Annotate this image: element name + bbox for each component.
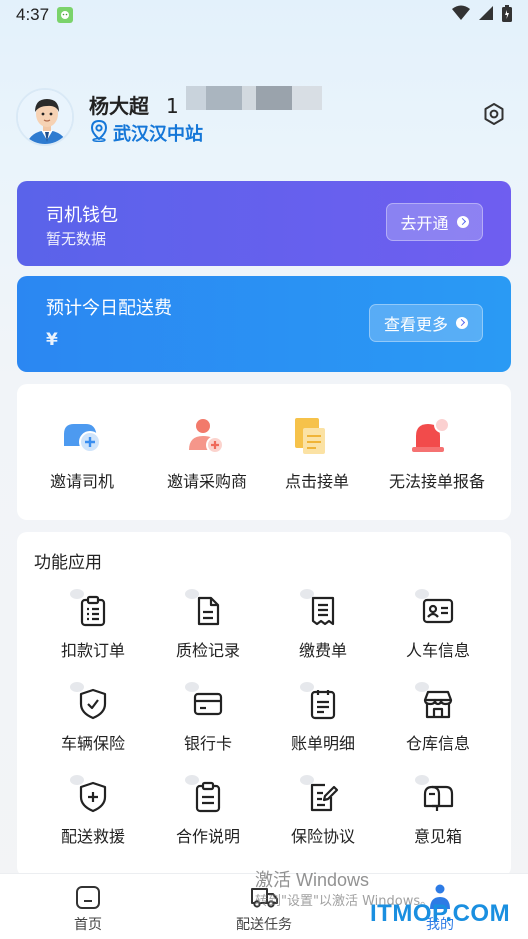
home-icon: [74, 884, 102, 910]
invite-driver-label: 邀请司机: [49, 472, 114, 491]
func-vehicle-insurance[interactable]: 车辆保险: [37, 682, 149, 762]
view-more-button[interactable]: 查看更多: [369, 304, 483, 342]
func-label: 账单明细: [290, 734, 355, 753]
func-label: 质检记录: [175, 641, 240, 660]
function-apps-title: 功能应用: [34, 553, 102, 573]
document-icon: [192, 595, 224, 627]
arrow-right-icon: [456, 317, 468, 329]
avatar[interactable]: [16, 88, 74, 146]
func-bill-details[interactable]: 账单明细: [267, 682, 379, 762]
delivery-fee-card[interactable]: 预计今日配送费 ¥ 查看更多: [17, 276, 511, 372]
func-label: 银行卡: [183, 734, 232, 753]
report-unavailable-label: 无法接单报备: [388, 472, 485, 491]
view-more-label: 查看更多: [383, 315, 448, 334]
station-name: 武汉汉中站: [113, 124, 203, 145]
credit-card-icon: [192, 688, 224, 720]
profile-header: 杨大超 1 武汉汉中站: [16, 86, 516, 152]
func-insurance-agreement[interactable]: 保险协议: [267, 775, 379, 855]
func-quality-records[interactable]: 质检记录: [152, 589, 264, 669]
clipboard-list-icon: [77, 595, 109, 627]
clipboard-icon: [192, 781, 224, 813]
func-label: 仓库信息: [405, 734, 470, 753]
id-card-icon: [422, 595, 454, 627]
wifi-icon: [452, 5, 470, 25]
nav-home[interactable]: 首页: [0, 874, 176, 939]
app-notification-icon: [57, 7, 74, 23]
function-apps-panel: 功能应用 扣款订单 质检记录 缴费单 人车信息 车辆保险 银行卡 账单明细 仓库…: [17, 532, 511, 877]
site-watermark-logo: ITMOP.COM: [370, 900, 511, 927]
shield-check-icon: [77, 688, 109, 720]
receipt-icon: [307, 595, 339, 627]
quick-action-invite-buyer[interactable]: 邀请采购商: [137, 384, 277, 520]
func-delivery-rescue[interactable]: 配送救援: [37, 775, 149, 855]
bill-icon: [307, 688, 339, 720]
driver-wallet-card[interactable]: 司机钱包 暂无数据 去开通: [17, 181, 511, 266]
quick-action-accept-order[interactable]: 点击接单: [262, 384, 372, 520]
windows-activation-watermark: 激活 Windows: [255, 870, 370, 890]
mailbox-icon: [422, 781, 454, 813]
quick-actions-panel: 邀请司机 邀请采购商 点击接单 无法接单报备: [17, 384, 511, 520]
func-label: 扣款订单: [60, 641, 125, 660]
signal-icon: [478, 5, 494, 25]
invite-buyer-icon: [185, 416, 229, 456]
accept-order-label: 点击接单: [284, 472, 349, 491]
func-label: 人车信息: [405, 641, 470, 660]
func-cooperation-notes[interactable]: 合作说明: [152, 775, 264, 855]
accept-order-icon: [289, 416, 333, 456]
station-location[interactable]: 武汉汉中站: [89, 119, 203, 146]
settings-gear-icon[interactable]: [482, 102, 506, 126]
func-warehouse-info[interactable]: 仓库信息: [382, 682, 494, 762]
func-label: 意见箱: [413, 827, 462, 846]
func-label: 合作说明: [175, 827, 240, 846]
nav-home-label: 首页: [74, 917, 102, 933]
fee-amount: ¥: [46, 330, 58, 350]
invite-buyer-label: 邀请采购商: [166, 472, 247, 491]
phone-number-redaction: [186, 86, 322, 110]
wallet-subtitle: 暂无数据: [46, 230, 107, 248]
status-bar: 4:37: [0, 0, 528, 30]
quick-action-invite-driver[interactable]: 邀请司机: [17, 384, 147, 520]
func-label: 车辆保险: [60, 734, 125, 753]
invite-driver-icon: [60, 416, 104, 456]
shield-plus-icon: [77, 781, 109, 813]
fee-title: 预计今日配送费: [46, 298, 172, 319]
nav-delivery-tasks-label: 配送任务: [236, 917, 292, 933]
wallet-title: 司机钱包: [46, 205, 118, 226]
edit-document-icon: [307, 781, 339, 813]
battery-icon: [502, 4, 512, 26]
wallet-activate-label: 去开通: [400, 214, 449, 233]
wallet-activate-button[interactable]: 去开通: [386, 203, 483, 241]
warehouse-icon: [422, 688, 454, 720]
alarm-bell-icon: [408, 416, 452, 456]
user-name: 杨大超 1: [89, 90, 179, 119]
func-driver-vehicle-info[interactable]: 人车信息: [382, 589, 494, 669]
func-label: 配送救援: [60, 827, 125, 846]
func-label: 缴费单: [298, 641, 347, 660]
phone-prefix: 1: [165, 94, 179, 118]
user-name-text: 杨大超: [89, 94, 149, 118]
func-suggestion-box[interactable]: 意见箱: [382, 775, 494, 855]
status-time: 4:37: [16, 5, 50, 24]
func-payment-slips[interactable]: 缴费单: [267, 589, 379, 669]
func-label: 保险协议: [290, 827, 355, 846]
location-pin-icon: [89, 119, 109, 146]
quick-action-report-unavailable[interactable]: 无法接单报备: [372, 384, 502, 520]
arrow-right-icon: [456, 216, 469, 228]
func-bank-card[interactable]: 银行卡: [152, 682, 264, 762]
func-deduction-orders[interactable]: 扣款订单: [37, 589, 149, 669]
